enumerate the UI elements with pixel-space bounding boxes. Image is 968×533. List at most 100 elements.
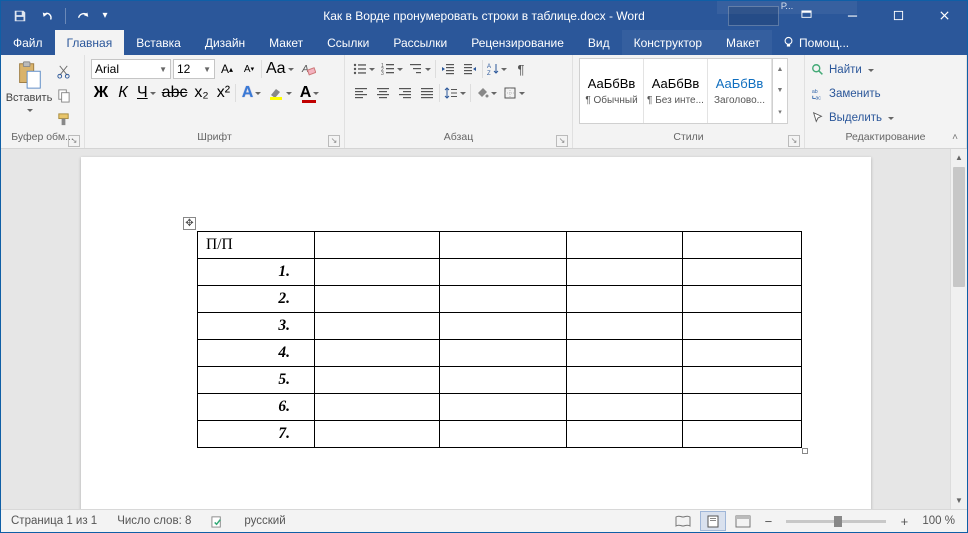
tab-layout[interactable]: Макет <box>257 30 315 55</box>
select-button[interactable]: Выделить <box>811 107 960 129</box>
table-number-cell[interactable]: 6. <box>198 394 315 421</box>
table-cell[interactable] <box>683 259 802 286</box>
italic-button[interactable]: К <box>113 82 133 104</box>
table-cell[interactable] <box>683 421 802 448</box>
styles-gallery-scroller[interactable]: ▲▼▾ <box>772 59 787 123</box>
table-cell[interactable] <box>315 232 440 259</box>
table-cell[interactable] <box>567 232 683 259</box>
font-size-combo[interactable]: 12▼ <box>173 59 215 79</box>
web-layout-button[interactable] <box>730 511 756 531</box>
table-cell[interactable] <box>315 313 440 340</box>
paste-button[interactable]: Вставить <box>7 58 51 131</box>
zoom-out-button[interactable]: − <box>760 514 776 529</box>
align-left-button[interactable] <box>351 82 371 104</box>
print-layout-button[interactable] <box>700 511 726 531</box>
sort-button[interactable]: AZ <box>485 58 509 80</box>
show-marks-button[interactable]: ¶ <box>511 58 531 80</box>
align-right-button[interactable] <box>395 82 415 104</box>
ribbon-options-button[interactable] <box>783 1 829 30</box>
table-cell[interactable] <box>440 259 567 286</box>
table-cell[interactable] <box>683 394 802 421</box>
table-cell[interactable] <box>440 313 567 340</box>
highlight-button[interactable] <box>266 82 294 104</box>
shading-button[interactable] <box>473 82 499 104</box>
save-button[interactable] <box>7 4 33 28</box>
justify-button[interactable] <box>417 82 437 104</box>
document-table[interactable]: П/П 1. 2. 3. 4. 5. 6. 7. <box>197 231 802 448</box>
tab-insert[interactable]: Вставка <box>124 30 193 55</box>
grow-font-button[interactable]: A▴ <box>217 58 237 80</box>
status-proofing[interactable] <box>201 515 234 528</box>
table-move-handle[interactable]: ✥ <box>183 217 196 230</box>
table-cell[interactable] <box>315 367 440 394</box>
text-effects-button[interactable]: A <box>238 82 264 104</box>
read-mode-button[interactable] <box>670 511 696 531</box>
scroll-up-arrow[interactable]: ▲ <box>951 149 967 166</box>
change-case-button[interactable]: Aa <box>264 58 296 80</box>
font-color-button[interactable]: A <box>296 82 322 104</box>
table-cell[interactable] <box>315 286 440 313</box>
table-number-cell[interactable]: 3. <box>198 313 315 340</box>
document-area[interactable]: ✥ П/П 1. 2. 3. 4. 5. 6. 7. ▲ ▼ <box>1 149 967 509</box>
table-cell[interactable] <box>440 367 567 394</box>
tab-design[interactable]: Дизайн <box>193 30 257 55</box>
table-number-cell[interactable]: 5. <box>198 367 315 394</box>
table-cell[interactable] <box>567 313 683 340</box>
table-cell[interactable] <box>315 340 440 367</box>
tab-mailings[interactable]: Рассылки <box>381 30 459 55</box>
tab-table-layout[interactable]: Макет <box>714 30 772 55</box>
table-cell[interactable] <box>683 286 802 313</box>
indent-button[interactable] <box>460 58 480 80</box>
table-cell[interactable] <box>315 259 440 286</box>
clipboard-dialog-launcher[interactable]: ↘ <box>68 135 80 147</box>
zoom-in-button[interactable]: + <box>896 514 912 529</box>
status-words[interactable]: Число слов: 8 <box>107 515 201 527</box>
outdent-button[interactable] <box>438 58 458 80</box>
font-dialog-launcher[interactable]: ↘ <box>328 135 340 147</box>
subscript-button[interactable]: x₂ <box>191 82 211 104</box>
zoom-slider[interactable] <box>786 520 886 523</box>
undo-button[interactable] <box>35 4 61 28</box>
tab-file[interactable]: Файл <box>1 30 55 55</box>
table-cell[interactable] <box>440 394 567 421</box>
tab-table-design[interactable]: Конструктор <box>622 30 714 55</box>
line-spacing-button[interactable] <box>442 82 468 104</box>
table-cell[interactable] <box>567 340 683 367</box>
paragraph-dialog-launcher[interactable]: ↘ <box>556 135 568 147</box>
collapse-ribbon-button[interactable]: ˄ <box>947 132 963 146</box>
table-number-cell[interactable]: 2. <box>198 286 315 313</box>
strike-button[interactable]: abc <box>160 82 190 104</box>
qat-customize[interactable]: ▾ <box>98 4 112 28</box>
shrink-font-button[interactable]: A▾ <box>239 58 259 80</box>
vertical-scrollbar[interactable]: ▲ ▼ <box>950 149 967 509</box>
table-number-cell[interactable]: 1. <box>198 259 315 286</box>
font-name-combo[interactable]: Arial▼ <box>91 59 171 79</box>
account-box[interactable] <box>728 6 779 26</box>
table-cell[interactable] <box>315 394 440 421</box>
borders-button[interactable] <box>501 82 527 104</box>
superscript-button[interactable]: x² <box>213 82 233 104</box>
tab-review[interactable]: Рецензирование <box>459 30 576 55</box>
table-header-cell[interactable]: П/П <box>198 232 315 259</box>
table-cell[interactable] <box>440 286 567 313</box>
tell-me[interactable]: Помощ... <box>772 30 859 55</box>
tab-view[interactable]: Вид <box>576 30 622 55</box>
scroll-down-arrow[interactable]: ▼ <box>951 492 967 509</box>
table-cell[interactable] <box>567 286 683 313</box>
table-cell[interactable] <box>683 340 802 367</box>
copy-button[interactable] <box>53 84 73 106</box>
status-page[interactable]: Страница 1 из 1 <box>1 515 107 527</box>
style-normal[interactable]: АаБбВв¶ Обычный <box>580 59 644 123</box>
table-cell[interactable] <box>567 259 683 286</box>
find-button[interactable]: Найти <box>811 59 960 81</box>
multilevel-button[interactable] <box>407 58 433 80</box>
table-resize-handle[interactable] <box>802 448 808 454</box>
tab-home[interactable]: Главная <box>55 30 125 55</box>
format-painter-button[interactable] <box>53 108 73 130</box>
minimize-button[interactable] <box>829 1 875 30</box>
styles-dialog-launcher[interactable]: ↘ <box>788 135 800 147</box>
table-cell[interactable] <box>315 421 440 448</box>
status-language[interactable]: русский <box>234 515 295 527</box>
table-cell[interactable] <box>683 232 802 259</box>
table-cell[interactable] <box>567 394 683 421</box>
